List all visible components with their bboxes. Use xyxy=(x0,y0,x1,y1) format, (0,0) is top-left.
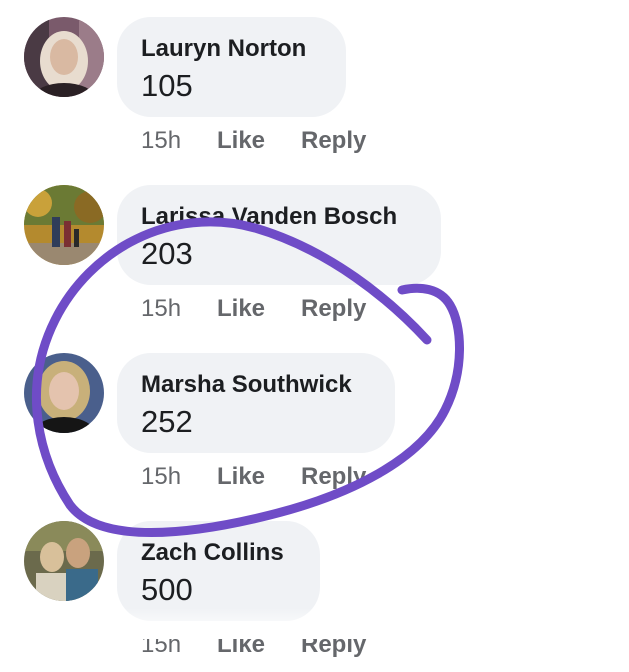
commenter-name[interactable]: Zach Collins xyxy=(141,538,296,568)
avatar[interactable] xyxy=(24,17,104,97)
commenter-name[interactable]: Marsha Southwick xyxy=(141,370,371,400)
like-button[interactable]: Like xyxy=(217,292,265,326)
avatar[interactable] xyxy=(24,185,104,265)
comment-bubble: Larissa Vanden Bosch 203 xyxy=(117,185,441,285)
bottom-fade xyxy=(0,608,629,639)
like-button[interactable]: Like xyxy=(217,460,265,494)
timestamp[interactable]: 15h xyxy=(141,460,181,494)
like-button[interactable]: Like xyxy=(217,124,265,158)
comment-text: 203 xyxy=(141,236,193,271)
reply-button[interactable]: Reply xyxy=(301,124,366,158)
comment-text: 105 xyxy=(141,68,193,103)
commenter-name[interactable]: Lauryn Norton xyxy=(141,34,322,64)
comment-zach-collins: Zach Collins 500 15h Like Reply xyxy=(0,504,629,672)
reply-button[interactable]: Reply xyxy=(301,292,366,326)
comment-larissa-vanden-bosch: Larissa Vanden Bosch 203 15h Like Reply xyxy=(0,168,629,336)
avatar[interactable] xyxy=(24,521,104,601)
comment-marsha-southwick: Marsha Southwick 252 15h Like Reply xyxy=(0,336,629,504)
comment-bubble: Zach Collins 500 xyxy=(117,521,320,621)
comment-bubble: Marsha Southwick 252 xyxy=(117,353,395,453)
comment-lauryn-norton: Lauryn Norton 105 15h Like Reply xyxy=(0,0,629,168)
avatar[interactable] xyxy=(24,353,104,433)
commenter-name[interactable]: Larissa Vanden Bosch xyxy=(141,202,417,232)
reply-button[interactable]: Reply xyxy=(301,460,366,494)
timestamp[interactable]: 15h xyxy=(141,292,181,326)
comment-text: 252 xyxy=(141,404,193,439)
comment-bubble: Lauryn Norton 105 xyxy=(117,17,346,117)
comment-text: 500 xyxy=(141,572,193,607)
timestamp[interactable]: 15h xyxy=(141,124,181,158)
